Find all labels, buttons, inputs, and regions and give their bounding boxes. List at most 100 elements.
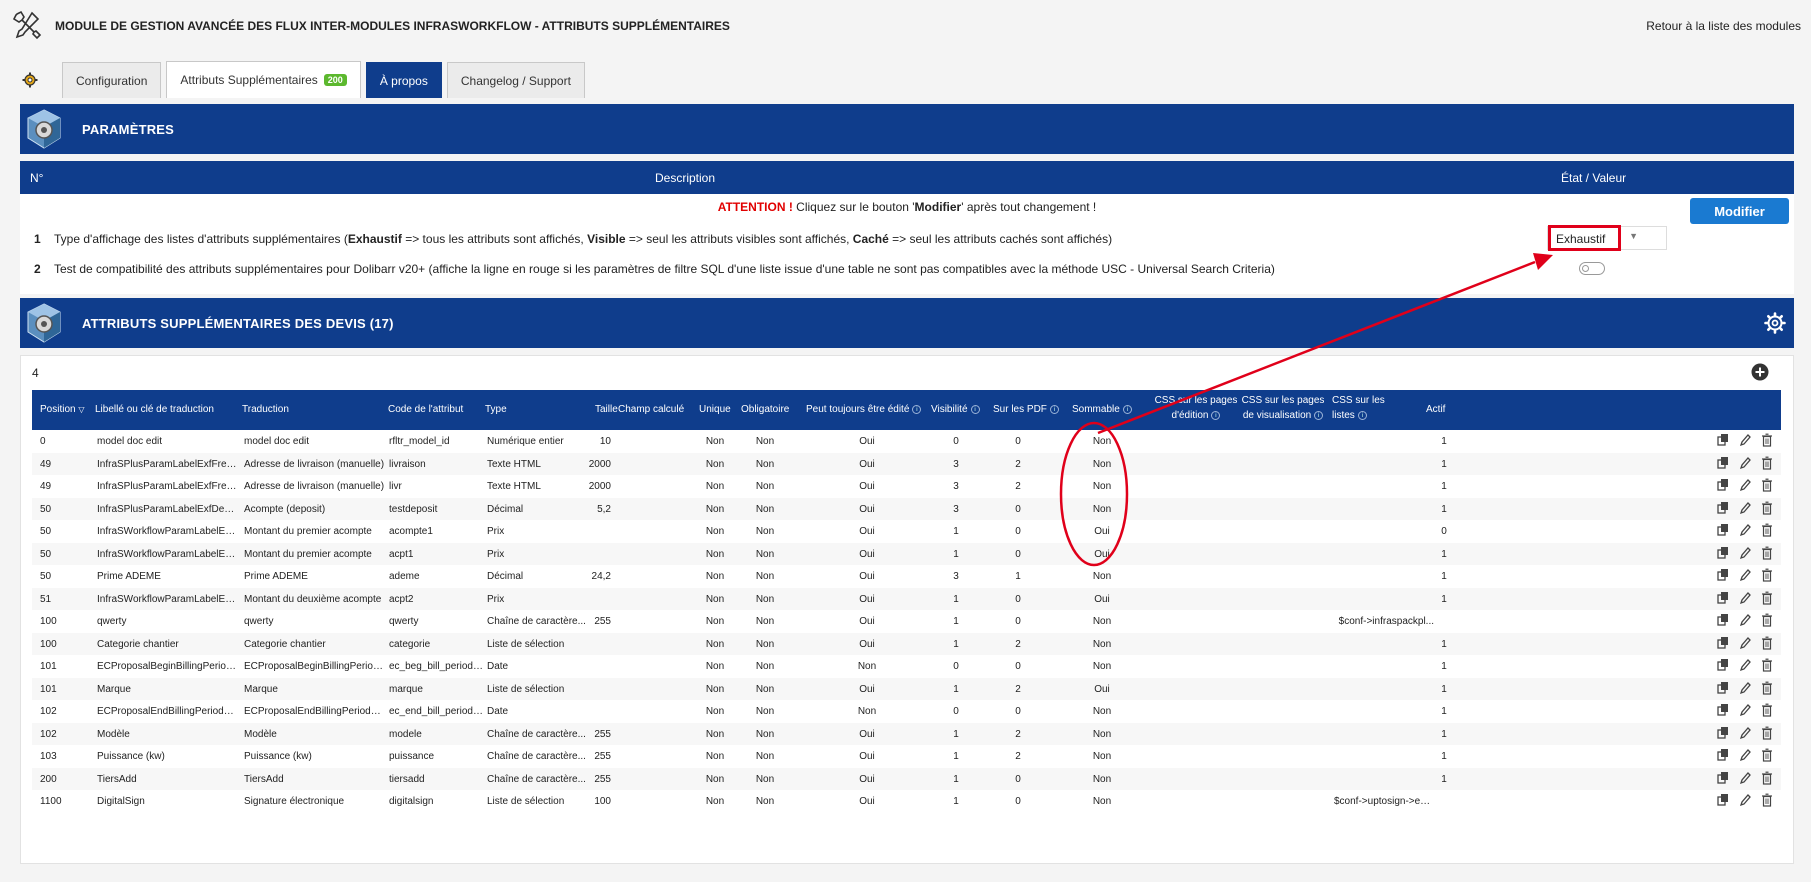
edit-pencil-icon[interactable] — [1739, 568, 1751, 582]
parametres-section-header: PARAMÈTRES — [20, 104, 1794, 154]
cell-summable: Non — [1092, 571, 1112, 582]
edit-pencil-icon[interactable] — [1739, 523, 1751, 537]
delete-trash-icon[interactable] — [1761, 591, 1773, 605]
delete-trash-icon[interactable] — [1761, 433, 1773, 447]
edit-pencil-icon[interactable] — [1739, 636, 1751, 650]
clone-icon[interactable] — [1717, 433, 1729, 447]
clone-icon[interactable] — [1717, 658, 1729, 672]
cell-pdf: 0 — [1015, 706, 1021, 717]
edit-pencil-icon[interactable] — [1739, 793, 1751, 807]
col-css-edit[interactable]: CSS sur les pages d'édition i — [1146, 393, 1246, 423]
edit-pencil-icon[interactable] — [1739, 726, 1751, 740]
cell-label: InfraSWorkflowParamLabelExfDe... — [97, 526, 239, 537]
col-always-editable[interactable]: Peut toujours être édité i — [806, 402, 922, 417]
delete-trash-icon[interactable] — [1761, 748, 1773, 762]
info-icon: i — [1314, 410, 1324, 420]
delete-trash-icon[interactable] — [1761, 456, 1773, 470]
clone-icon[interactable] — [1717, 681, 1729, 695]
cell-size: 100 — [594, 796, 611, 807]
cell-pdf: 2 — [1015, 458, 1021, 470]
tab-a-propos[interactable]: À propos — [365, 62, 442, 98]
delete-trash-icon[interactable] — [1761, 793, 1773, 807]
clone-icon[interactable] — [1717, 771, 1729, 785]
col-label[interactable]: Libellé ou clé de traduction — [95, 402, 214, 417]
col-css-view[interactable]: CSS sur les pages de visualisation i — [1240, 393, 1326, 423]
cell-summable: Non — [1092, 751, 1112, 762]
cell-unique: Non — [705, 548, 725, 560]
col-translation[interactable]: Traduction — [242, 402, 289, 417]
cell-position: 102 — [40, 728, 57, 740]
cell-summable: Non — [1092, 503, 1112, 515]
col-summable[interactable]: Sommable i — [1072, 402, 1132, 417]
clone-icon[interactable] — [1717, 568, 1729, 582]
edit-pencil-icon[interactable] — [1739, 591, 1751, 605]
cell-visibility: 3 — [953, 571, 959, 582]
module-gear-icon[interactable] — [16, 62, 44, 98]
delete-trash-icon[interactable] — [1761, 681, 1773, 695]
clone-icon[interactable] — [1717, 613, 1729, 627]
col-active[interactable]: Actif — [1426, 402, 1445, 417]
clone-icon[interactable] — [1717, 793, 1729, 807]
clone-icon[interactable] — [1717, 478, 1729, 492]
delete-trash-icon[interactable] — [1761, 501, 1773, 515]
edit-pencil-icon[interactable] — [1739, 703, 1751, 717]
delete-trash-icon[interactable] — [1761, 523, 1773, 537]
edit-pencil-icon[interactable] — [1739, 681, 1751, 695]
settings-gear-icon[interactable] — [1764, 312, 1786, 334]
cell-summable: Non — [1092, 773, 1112, 785]
col-code[interactable]: Code de l'attribut — [388, 402, 463, 417]
delete-trash-icon[interactable] — [1761, 771, 1773, 785]
tab-configuration[interactable]: Configuration — [62, 62, 162, 98]
delete-trash-icon[interactable] — [1761, 568, 1773, 582]
cell-label: ECProposalEndBillingPeriodDate — [97, 706, 239, 717]
row-actions — [1717, 658, 1773, 674]
edit-pencil-icon[interactable] — [1739, 771, 1751, 785]
clone-icon[interactable] — [1717, 523, 1729, 537]
delete-trash-icon[interactable] — [1761, 658, 1773, 672]
edit-pencil-icon[interactable] — [1739, 478, 1751, 492]
clone-icon[interactable] — [1717, 546, 1729, 560]
cell-translation: Signature électronique — [244, 796, 345, 807]
table-row: 101 Marque Marque marque Liste de sélection N… — [32, 677, 1781, 700]
col-type[interactable]: Type — [485, 402, 507, 417]
tab-attributs-supplementaires[interactable]: Attributs Supplémentaires 200 — [166, 61, 361, 98]
col-required[interactable]: Obligatoire — [741, 402, 789, 417]
delete-trash-icon[interactable] — [1761, 703, 1773, 717]
delete-trash-icon[interactable] — [1761, 726, 1773, 740]
clone-icon[interactable] — [1717, 748, 1729, 762]
cell-always-editable: Oui — [859, 526, 875, 537]
cell-required: Non — [755, 773, 775, 785]
delete-trash-icon[interactable] — [1761, 478, 1773, 492]
col-unique[interactable]: Unique — [699, 402, 731, 417]
col-css-list[interactable]: CSS sur les listes i — [1332, 393, 1385, 423]
clone-icon[interactable] — [1717, 636, 1729, 650]
back-to-modules-link[interactable]: Retour à la liste des modules — [1646, 19, 1801, 33]
cell-translation: qwerty — [244, 616, 274, 627]
edit-pencil-icon[interactable] — [1739, 546, 1751, 560]
clone-icon[interactable] — [1717, 591, 1729, 605]
col-size[interactable]: Taille — [595, 402, 618, 417]
row-actions — [1717, 546, 1773, 562]
clone-icon[interactable] — [1717, 703, 1729, 717]
clone-icon[interactable] — [1717, 456, 1729, 470]
delete-trash-icon[interactable] — [1761, 636, 1773, 650]
col-computed[interactable]: Champ calculé — [618, 402, 684, 417]
col-visibility[interactable]: Visibilité i — [931, 402, 980, 417]
compat-toggle[interactable] — [1579, 262, 1605, 275]
edit-pencil-icon[interactable] — [1739, 501, 1751, 515]
add-attribute-icon[interactable] — [1751, 363, 1769, 381]
edit-pencil-icon[interactable] — [1739, 658, 1751, 672]
delete-trash-icon[interactable] — [1761, 546, 1773, 560]
cell-css-list: $conf->infraspackpl... — [1338, 616, 1434, 627]
col-pdf[interactable]: Sur les PDF i — [993, 402, 1059, 417]
clone-icon[interactable] — [1717, 726, 1729, 740]
delete-trash-icon[interactable] — [1761, 613, 1773, 627]
modify-button[interactable]: Modifier — [1690, 198, 1789, 224]
edit-pencil-icon[interactable] — [1739, 613, 1751, 627]
edit-pencil-icon[interactable] — [1739, 433, 1751, 447]
edit-pencil-icon[interactable] — [1739, 456, 1751, 470]
col-position[interactable]: Position ▽ — [40, 402, 85, 417]
tab-changelog-support[interactable]: Changelog / Support — [446, 62, 585, 98]
edit-pencil-icon[interactable] — [1739, 748, 1751, 762]
clone-icon[interactable] — [1717, 501, 1729, 515]
